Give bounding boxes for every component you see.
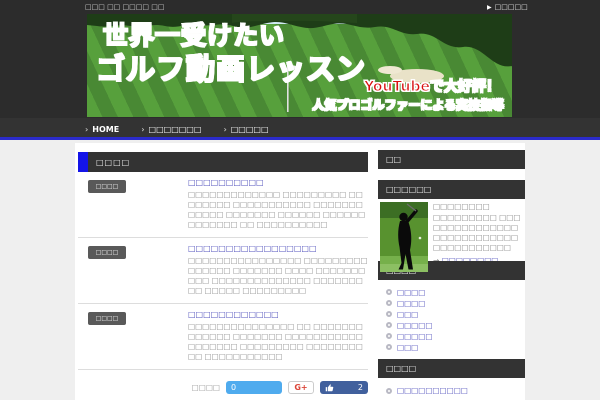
top-utility-bar: □□□ □□ □□□□ □□ ▶ □□□□□ [0,0,600,13]
facebook-like-button[interactable]: 2 [320,380,368,394]
sidebar-profile-heading: □□□□□□ [378,180,525,199]
top-right-link[interactable]: ▶ □□□□□ [487,3,528,11]
article-badge: □□□□ [88,246,126,259]
article-row: □□□□ □□□□□□□□□□□□ □□□□□□□□□□□□□□□ □□ □□□… [78,304,368,370]
banner-title-line2: ゴルフ動画レッスン [95,52,367,86]
top-nav-links[interactable]: □□□ □□ □□□□ □□ [85,3,164,11]
like-count: 2 [357,382,363,392]
page-container: □□□□ □□□□ □□□□□□□□□□ □□□□□□□□□□□□□ □□□□□… [75,143,525,400]
chevron-right-icon: › [223,124,227,134]
section-heading-label: □□□□ [96,157,131,167]
nav-item-2[interactable]: › □□□□□□□ [141,125,201,134]
category-link[interactable]: □□□□□ [386,320,525,330]
sidebar: □□ □□□□□□ □□□□□□□□ □□□□□□□□□ □□□□□□□□□□□… [378,150,525,400]
article-excerpt: □□□□□□□□□□□□□□□□ □□□□□□□□□□□□□□□ □□□□□□□… [188,256,368,295]
banner-title-line1: 世界一受けたい [102,21,286,50]
article-title-link[interactable]: □□□□□□□□□□□□□□□□□ [188,244,368,254]
thumbs-up-icon [325,383,334,391]
banner-ribbon-line1: YouTubeで大好評！ [364,79,501,95]
chevron-right-icon: › [85,124,89,134]
sidebar-recent-heading: □□□□ [378,359,525,378]
play-arrow-icon: ▶ [487,4,492,11]
bullet-circle-icon [386,333,392,339]
nav-item-3[interactable]: › □□□□□ [223,125,268,134]
article-title-link[interactable]: □□□□□□□□□□ [188,178,368,188]
sidebar-search-heading: □□ [378,150,525,169]
article-excerpt: □□□□□□□□□□□□□□□ □□ □□□□□□□□□□□□□ □□□□□□□… [188,322,363,361]
article-row: □□□□ □□□□□□□□□□ □□□□□□□□□□□□□ □□□□□□□□□ … [78,172,368,238]
recent-posts-list: □□□□□□□□□□ □□□□□□□□□□□□□□ [378,378,525,400]
category-link[interactable]: □□□□□ [386,331,525,341]
chevron-right-icon: › [141,124,145,134]
category-link[interactable]: □□□ [386,309,525,319]
bullet-circle-icon [386,344,392,350]
bullet-circle-icon [386,322,392,328]
article-row: □□□□ □□□□□□□□□□□□□□□□□ □□□□□□□□□□□□□□□□ … [78,238,368,304]
article-title-link[interactable]: □□□□□□□□□□□□ [188,310,368,320]
article-badge: □□□□ [88,180,126,193]
article-badge: □□□□ [88,312,126,325]
bullet-circle-icon [386,300,392,306]
heading-accent-square [78,152,88,172]
top-right-link-label: □□□□□ [494,3,528,11]
bullet-circle-icon [386,387,392,394]
category-link[interactable]: □□□□ [386,287,525,297]
article-excerpt: □□□□□□□□□□□□□ □□□□□□□□□ □□□□□□□□ □□□□□□□… [188,190,366,229]
banner-image[interactable]: 世界一受けたい ゴルフ動画レッスン YouTubeで大好評！ 人気プロゴルファー… [87,14,512,117]
bullet-circle-icon [386,311,392,317]
social-share-row: □□□□ 0 G+ 2 [78,380,368,394]
profile-widget: □□□□□□□□ □□□□□□□□□ □□□□□□□□□□□□□□□□□□□□□… [378,202,525,272]
tweet-label: □□□□ [191,382,220,392]
nav-item-home[interactable]: › HOME [85,125,119,134]
recent-post-link[interactable]: □□□□□□□□□□ [386,386,525,395]
profile-name: □□□□□□□□ [433,202,490,211]
golfer-photo [380,202,428,272]
twitter-share-button[interactable]: 0 [226,380,282,394]
category-list: □□□□ □□□□ □□□ □□□□□ □□□□□ □□□ [378,280,525,359]
banner-ribbon-line2: 人気プロゴルファーによる実技指導 [312,98,505,112]
category-link[interactable]: □□□□ [386,298,525,308]
profile-bio: □□□□□□□□□ □□□□□□□□□□□□□□□□□□□□□□□□□□□□□□… [433,213,521,252]
category-link[interactable]: □□□ [386,342,525,352]
main-nav: › HOME › □□□□□□□ › □□□□□ [0,118,600,140]
section-heading: □□□□ [78,152,368,172]
googleplus-share-button[interactable]: G+ [288,380,314,394]
bullet-circle-icon [386,289,392,295]
main-column: □□□□ □□□□ □□□□□□□□□□ □□□□□□□□□□□□□ □□□□□… [78,152,368,400]
header-band: 世界一受けたい ゴルフ動画レッスン YouTubeで大好評！ 人気プロゴルファー… [0,13,600,118]
